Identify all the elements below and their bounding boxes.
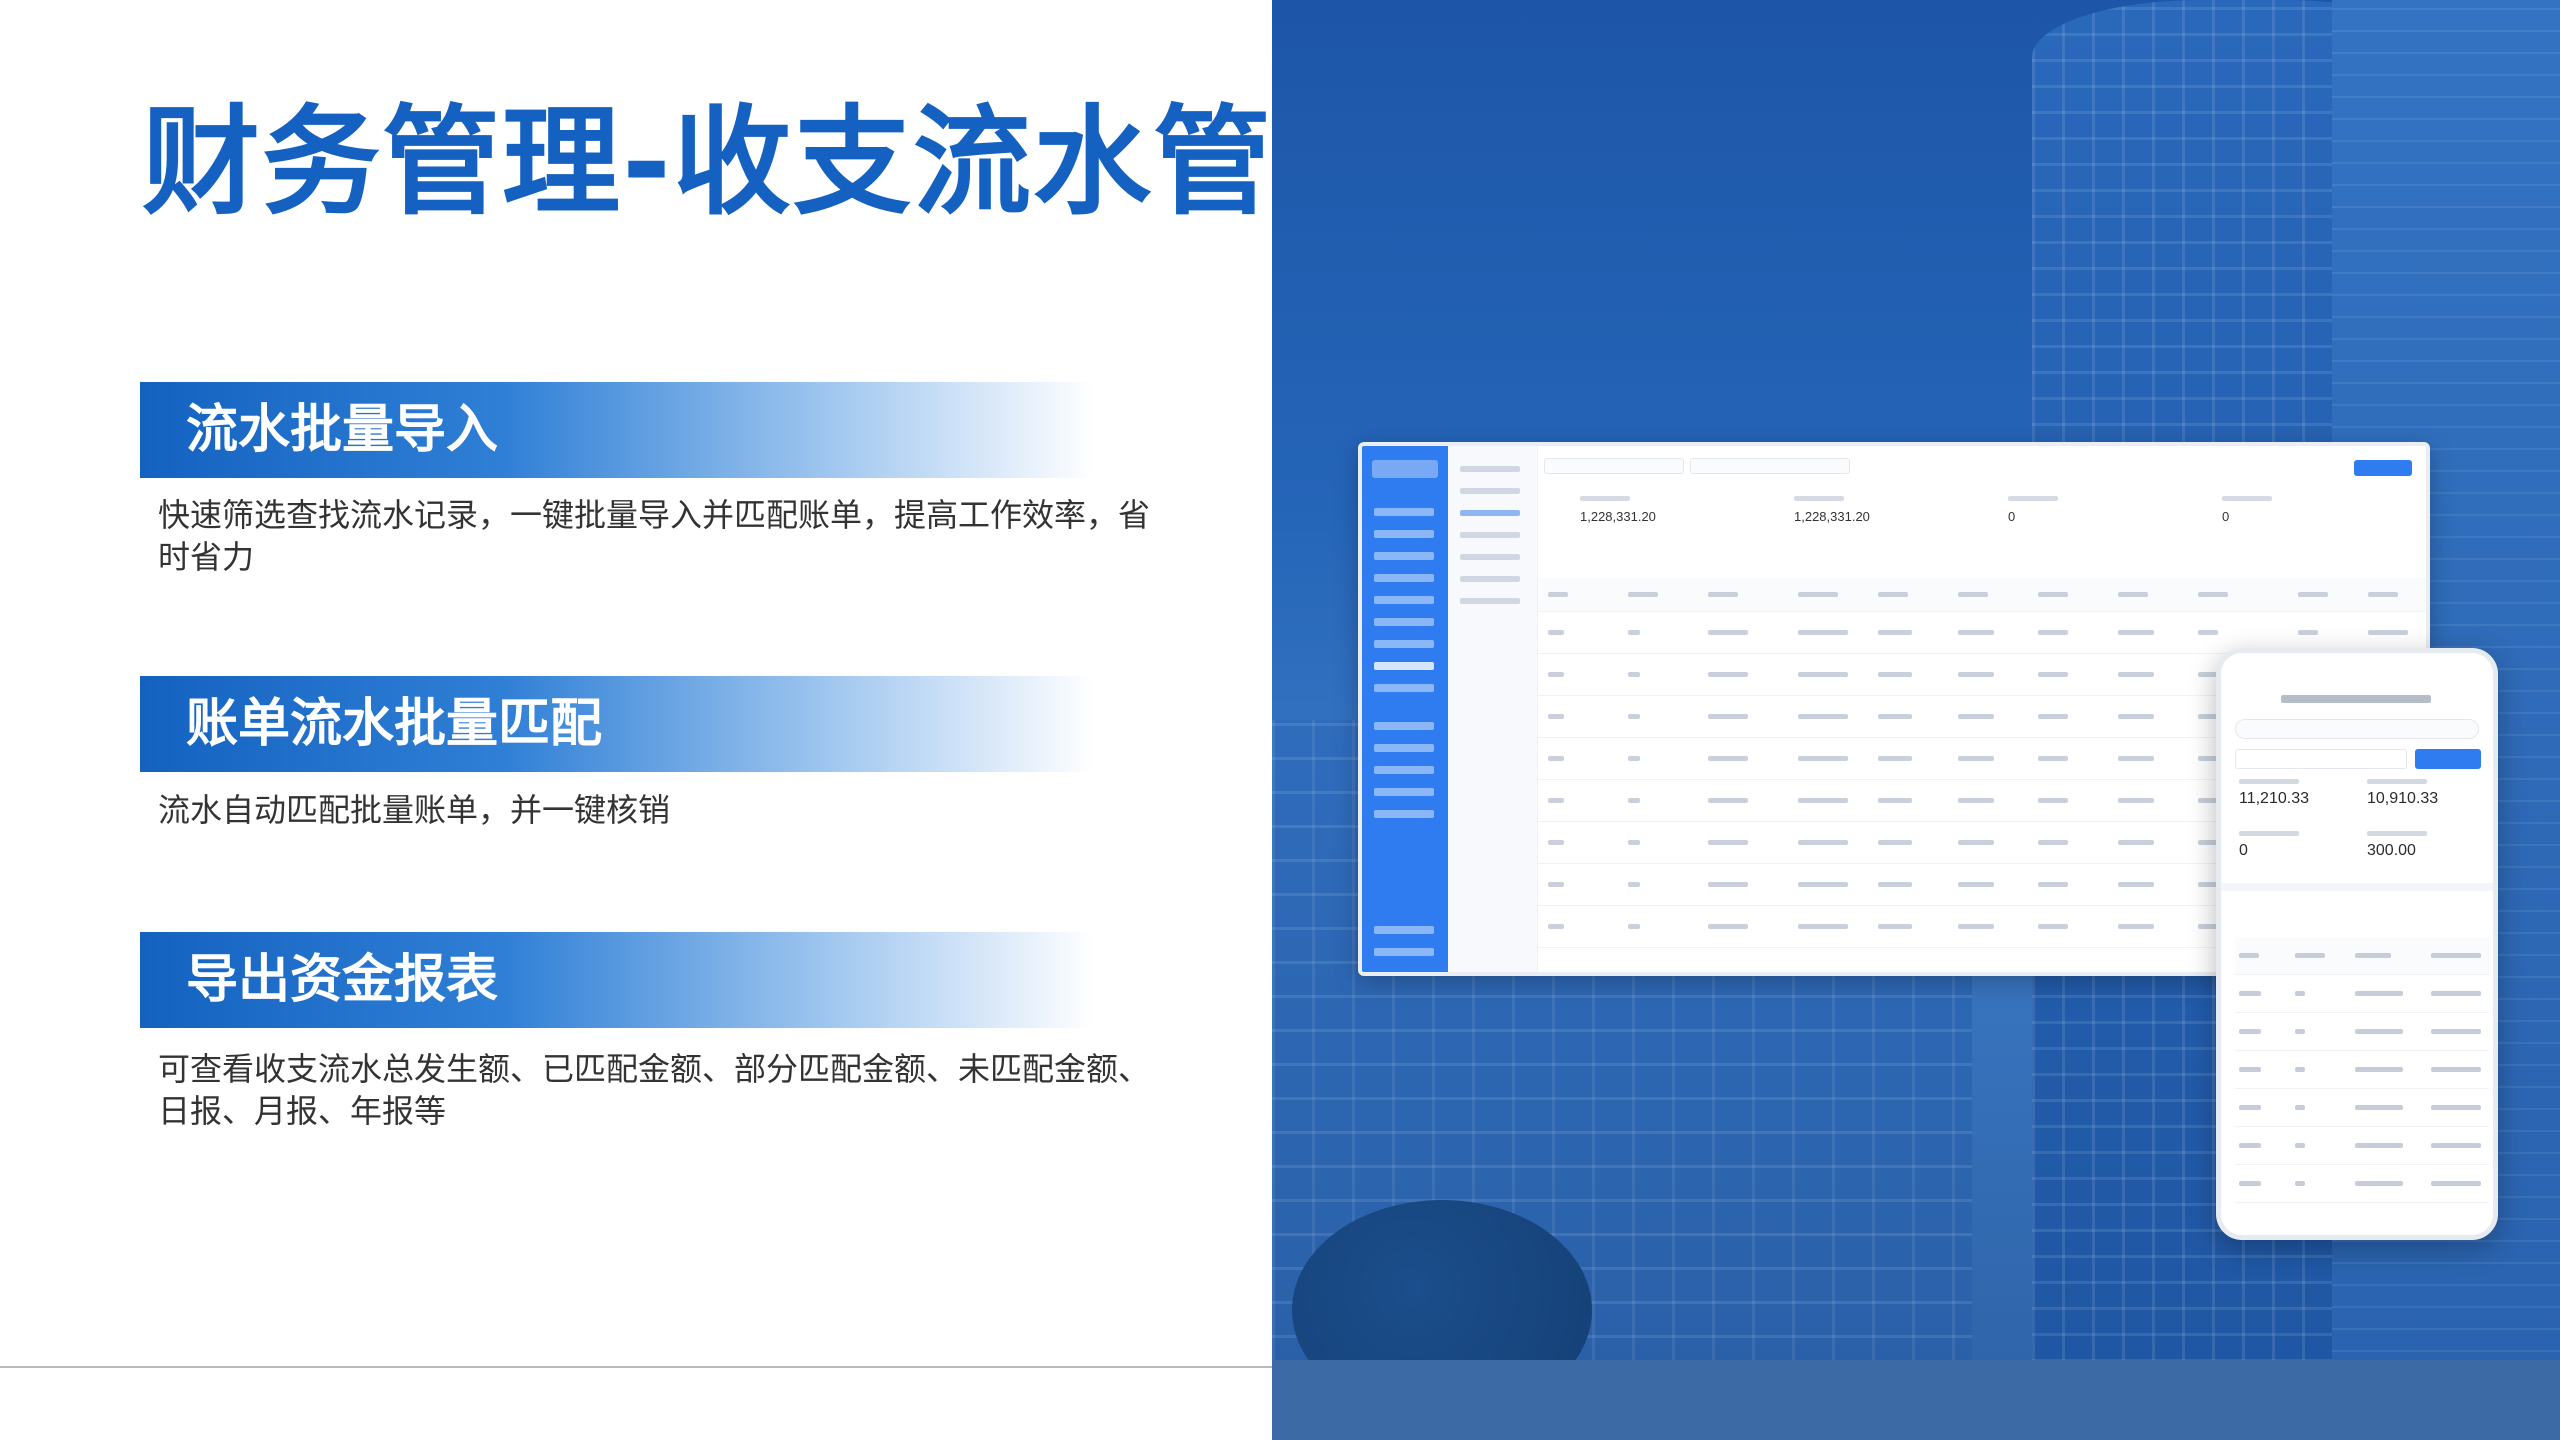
sidebar-nav-item-active	[1374, 662, 1434, 670]
feature-description-3: 可查看收支流水总发生额、已匹配金额、部分匹配金额、未匹配金额、日报、月报、年报等	[158, 1050, 1151, 1130]
sidebar-nav-item	[1374, 684, 1434, 692]
boundary-wall	[1272, 1360, 2560, 1440]
phone-stat: 10,910.33	[2367, 779, 2438, 808]
sidebar-nav-item	[1374, 530, 1434, 538]
bottom-divider	[0, 1366, 1272, 1368]
sidebar-nav-item	[1374, 766, 1434, 774]
phone-stat-value: 11,210.33	[2239, 790, 2309, 807]
phone-page-header	[2281, 695, 2431, 703]
feature-heading-bar-3: 导出资金报表	[140, 932, 1095, 1028]
phone-stat: 300.00	[2367, 831, 2427, 860]
mobile-app-screenshot: 11,210.33 10,910.33 0 300.00	[2216, 648, 2498, 1240]
submenu-item	[1460, 466, 1520, 472]
feature-description-1: 快速筛选查找流水记录，一键批量导入并匹配账单，提高工作效率，省时省力	[158, 496, 1151, 576]
sidebar-nav-item	[1374, 722, 1434, 730]
phone-stat-value: 300.00	[2367, 842, 2416, 859]
desktop-stat-value: 0	[2222, 509, 2230, 524]
submenu-item	[1460, 532, 1520, 538]
feature-heading-1: 流水批量导入	[186, 400, 499, 460]
desktop-stat-value: 1,228,331.20	[1794, 509, 1870, 524]
list-item	[2235, 1013, 2489, 1051]
desktop-stat-value: 0	[2008, 509, 2016, 524]
phone-filter-input	[2235, 749, 2407, 769]
feature-heading-bar-1: 流水批量导入	[140, 382, 1095, 478]
sidebar-nav-item	[1374, 508, 1434, 516]
phone-status-bar	[2221, 653, 2493, 687]
desktop-stat: 1,228,331.20	[1580, 496, 1656, 524]
phone-section-divider	[2221, 883, 2493, 891]
list-item	[2235, 975, 2489, 1013]
list-item	[2235, 1089, 2489, 1127]
desktop-stat: 0	[2222, 496, 2272, 524]
list-item	[2235, 1165, 2489, 1203]
desktop-stat: 0	[2008, 496, 2058, 524]
phone-table-header	[2235, 937, 2489, 975]
phone-stat-value: 0	[2239, 842, 2248, 859]
submenu-item	[1460, 488, 1520, 494]
desktop-stat-value: 1,228,331.20	[1580, 509, 1656, 524]
sidebar-nav-item	[1374, 788, 1434, 796]
submenu-item	[1460, 598, 1520, 604]
phone-add-button	[2415, 749, 2481, 769]
submenu-item	[1460, 576, 1520, 582]
sidebar-nav-item	[1374, 596, 1434, 604]
list-item	[2235, 1127, 2489, 1165]
sidebar-nav-item	[1374, 552, 1434, 560]
sidebar-nav-item	[1374, 744, 1434, 752]
sidebar-nav-item	[1374, 926, 1434, 934]
sidebar-nav-item	[1374, 640, 1434, 648]
table-header-row	[1538, 578, 2426, 612]
submenu-item	[1460, 554, 1520, 560]
desktop-sidebar	[1362, 446, 1448, 972]
feature-description-2: 流水自动匹配批量账单，并一键核销	[158, 791, 671, 829]
desktop-stat: 1,228,331.20	[1794, 496, 1870, 524]
left-panel: 财务管理-收支流水管理 流水批量导入 快速筛选查找流水记录，一键批量导入并匹配账…	[0, 0, 1391, 1440]
page-title: 财务管理-收支流水管理	[142, 93, 1393, 231]
phone-stat: 11,210.33	[2239, 779, 2309, 808]
desktop-add-button	[2354, 460, 2412, 476]
list-item	[2235, 1051, 2489, 1089]
submenu-item-active	[1460, 510, 1520, 516]
sidebar-nav-item	[1374, 948, 1434, 956]
feature-heading-3: 导出资金报表	[186, 950, 499, 1010]
phone-stat-value: 10,910.33	[2367, 790, 2439, 807]
desktop-search-input	[1544, 458, 1684, 474]
sidebar-nav-item	[1374, 810, 1434, 818]
desktop-submenu	[1448, 446, 1538, 972]
phone-search-input	[2235, 719, 2479, 739]
desktop-filter-input	[1690, 458, 1850, 474]
feature-heading-bar-2: 账单流水批量匹配	[140, 676, 1095, 772]
sidebar-nav-item	[1374, 618, 1434, 626]
app-logo	[1372, 460, 1438, 478]
feature-heading-2: 账单流水批量匹配	[186, 694, 603, 754]
phone-stat: 0	[2239, 831, 2299, 860]
sidebar-nav-item	[1374, 574, 1434, 582]
